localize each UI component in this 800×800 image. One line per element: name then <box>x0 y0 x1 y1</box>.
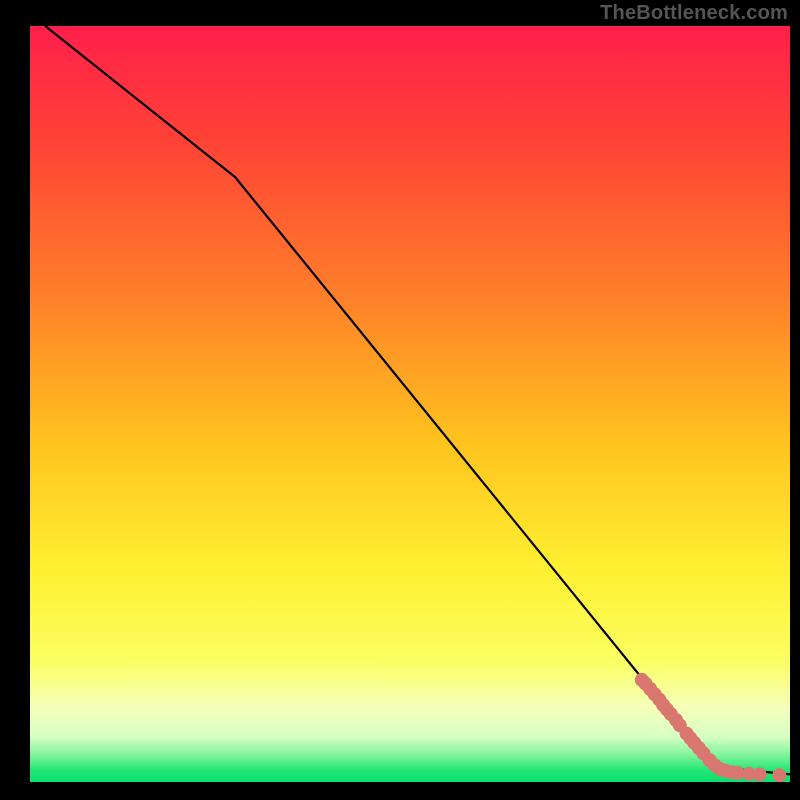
bottleneck-chart <box>0 0 800 800</box>
data-point <box>753 767 767 781</box>
data-point <box>772 768 786 782</box>
chart-container: TheBottleneck.com <box>0 0 800 800</box>
plot-background <box>30 26 790 782</box>
attribution-label: TheBottleneck.com <box>600 2 788 25</box>
